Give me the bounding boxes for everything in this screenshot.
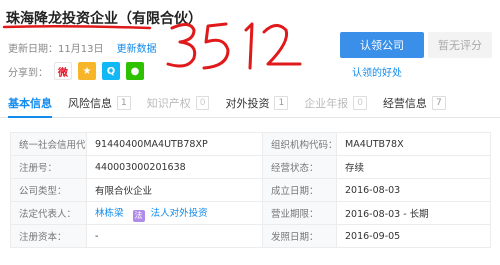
table-row: 注册号： 440003000201638 经营状态： 存续 xyxy=(10,155,491,179)
tab-annual-report: 企业年报 0 xyxy=(296,88,375,117)
tab-label: 基本信息 xyxy=(8,96,52,110)
tab-count-badge: 1 xyxy=(274,95,289,110)
field-label: 成立日期： xyxy=(262,178,337,202)
operating-status-value: 存续 xyxy=(336,155,491,179)
tab-basic-info[interactable]: 基本信息 xyxy=(0,88,60,118)
claim-company-button[interactable]: 认领公司 xyxy=(340,32,424,58)
weibo-icon[interactable]: 微 xyxy=(54,62,72,80)
field-label: 统一社会信用代码： xyxy=(10,132,87,156)
field-label: 注册资本： xyxy=(10,224,87,248)
legal-rep-cell: 林栋梁 法 法人对外投资 xyxy=(86,201,263,225)
registered-capital-value: - xyxy=(86,224,263,248)
established-date-value: 2016-08-03 xyxy=(336,178,491,202)
tab-outbound-investment[interactable]: 对外投资 1 xyxy=(217,88,296,117)
updated-label: 更新日期： xyxy=(8,44,58,55)
tab-label: 风险信息 xyxy=(68,96,112,110)
legal-rep-badge-icon: 法 xyxy=(132,209,145,222)
field-label: 注册号： xyxy=(10,155,87,179)
legal-rep-investment-link[interactable]: 法人对外投资 xyxy=(151,208,208,219)
field-label: 经营状态： xyxy=(262,155,337,179)
qq-icon[interactable]: Q xyxy=(102,62,120,80)
tab-count-badge: 0 xyxy=(353,95,367,110)
table-row: 法定代表人： 林栋梁 法 法人对外投资 营业期限： 2016-08-03 - 长… xyxy=(10,201,491,225)
tab-label: 对外投资 xyxy=(225,96,270,110)
tab-count-badge: 1 xyxy=(117,95,131,110)
credit-code-value: 91440400MA4UTB78XP xyxy=(86,132,263,156)
tab-business-info[interactable]: 经营信息 7 xyxy=(375,88,454,117)
tab-risk-info[interactable]: 风险信息 1 xyxy=(60,88,139,117)
org-code-value: MA4UTB78X xyxy=(336,132,491,156)
table-row: 公司类型： 有限合伙企业 成立日期： 2016-08-03 xyxy=(10,178,491,202)
wechat-icon[interactable]: ● xyxy=(126,62,144,80)
company-type-value: 有限合伙企业 xyxy=(86,178,263,202)
favorite-icon[interactable]: ★ xyxy=(78,62,96,80)
tab-label: 知识产权 xyxy=(146,96,191,110)
share-row: 分享到： 微 ★ Q ● xyxy=(8,62,150,80)
business-term-value: 2016-08-03 - 长期 xyxy=(336,201,491,225)
table-row: 统一社会信用代码： 91440400MA4UTB78XP 组织机构代码： MA4… xyxy=(10,132,491,156)
tab-label: 企业年报 xyxy=(304,96,349,110)
tab-bar: 基本信息 风险信息 1 知识产权 0 对外投资 1 企业年报 0 经营信息 7 xyxy=(0,88,500,118)
tab-label: 经营信息 xyxy=(382,96,427,110)
tab-count-badge: 0 xyxy=(195,95,210,110)
tab-count-badge: 7 xyxy=(431,95,446,110)
table-row: 注册资本： - 发照日期： 2016-09-05 xyxy=(10,224,491,248)
claim-benefits-link[interactable]: 认领的好处 xyxy=(352,64,402,79)
update-data-link[interactable]: 更新数据 xyxy=(117,44,157,55)
red-underline-annotation xyxy=(2,24,152,30)
update-info-row: 更新日期：11月13日 更新数据 xyxy=(8,40,157,55)
share-label: 分享到： xyxy=(8,67,48,79)
updated-date: 11月13日 xyxy=(58,44,104,55)
field-label: 营业期限： xyxy=(262,201,337,225)
field-label: 发照日期： xyxy=(262,224,337,248)
rating-button: 暂无评分 xyxy=(428,32,492,58)
tab-intellectual-property: 知识产权 0 xyxy=(139,88,218,117)
handwritten-annotation xyxy=(166,22,302,70)
registration-number-value: 440003000201638 xyxy=(86,155,263,179)
field-label: 公司类型： xyxy=(10,178,87,202)
license-date-value: 2016-09-05 xyxy=(336,224,491,248)
field-label: 法定代表人： xyxy=(10,201,87,225)
legal-rep-name-link[interactable]: 林栋梁 xyxy=(95,208,124,219)
field-label: 组织机构代码： xyxy=(262,132,337,156)
basic-info-table: 统一社会信用代码： 91440400MA4UTB78XP 组织机构代码： MA4… xyxy=(10,132,491,248)
